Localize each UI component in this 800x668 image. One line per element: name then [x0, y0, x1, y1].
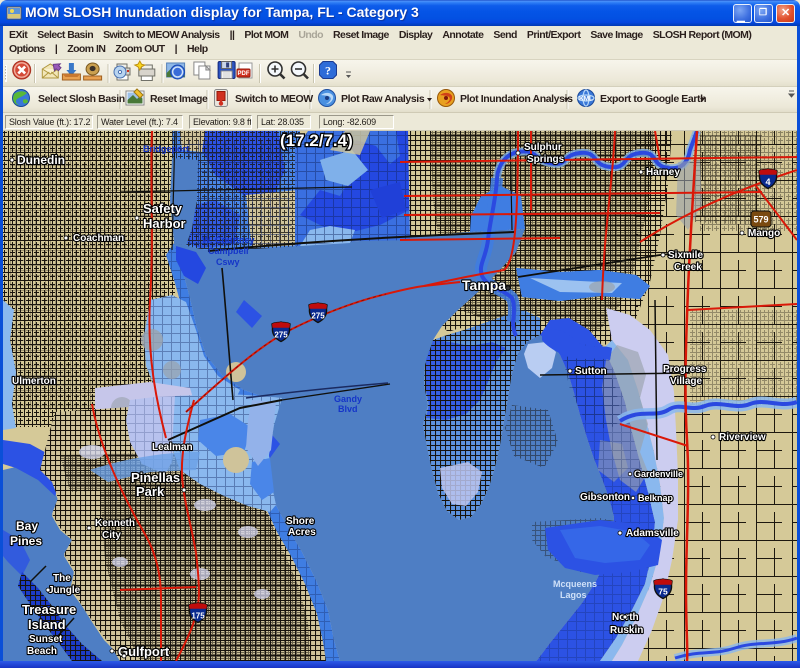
svg-text:Lealman: Lealman	[152, 442, 193, 453]
svg-text:Springs: Springs	[527, 154, 565, 165]
svg-text:Sulphur: Sulphur	[524, 142, 562, 153]
svg-text:Park: Park	[136, 484, 165, 499]
svg-text:579: 579	[753, 215, 768, 225]
svg-text:Sutton: Sutton	[575, 366, 607, 377]
svg-text:?: ?	[325, 64, 331, 78]
svg-text:Switch to MEOW: Switch to MEOW	[235, 93, 313, 105]
svg-text:Export to Google Earth: Export to Google Earth	[600, 93, 706, 105]
svg-text:Ruskin: Ruskin	[610, 625, 643, 636]
svg-text:275: 275	[311, 312, 325, 321]
svg-text:4: 4	[765, 177, 770, 187]
svg-text:Shore: Shore	[286, 516, 315, 527]
svg-text:Sunset: Sunset	[29, 634, 63, 645]
svg-text:Harney: Harney	[646, 167, 680, 178]
svg-text:Ulmerton: Ulmerton	[12, 376, 56, 387]
svg-text:Progress: Progress	[663, 364, 707, 375]
svg-text:75: 75	[658, 587, 668, 597]
svg-text:City: City	[102, 530, 121, 541]
svg-text:Beach: Beach	[27, 646, 57, 657]
svg-text:Dunedin: Dunedin	[17, 153, 65, 167]
svg-text:Blvd: Blvd	[338, 404, 358, 414]
svg-text:(17.2/7.4): (17.2/7.4)	[280, 131, 353, 150]
svg-text:KML: KML	[579, 96, 593, 103]
svg-text:Harbor: Harbor	[143, 216, 186, 231]
svg-text:Island: Island	[28, 617, 66, 632]
svg-text:Mango: Mango	[748, 228, 780, 239]
svg-text:W. Courtney: W. Courtney	[202, 235, 255, 245]
svg-text:Reset Image: Reset Image	[150, 93, 208, 105]
svg-text:PDF: PDF	[238, 71, 250, 77]
svg-text:Pinellas: Pinellas	[131, 470, 180, 485]
svg-text:Gandy: Gandy	[334, 394, 362, 404]
svg-text:Select Slosh Basin: Select Slosh Basin	[38, 93, 125, 105]
svg-text:175: 175	[191, 612, 205, 621]
svg-text:Sixmile: Sixmile	[668, 250, 703, 261]
svg-text:Coachman: Coachman	[73, 233, 124, 244]
svg-text:Pines: Pines	[10, 534, 42, 548]
svg-text:Bridgeport: Bridgeport	[143, 144, 189, 154]
svg-text:Bay: Bay	[16, 519, 38, 533]
svg-text:Acres: Acres	[288, 527, 316, 538]
svg-text:Plot Inundation Analysis: Plot Inundation Analysis	[460, 93, 573, 105]
svg-text:Kenneth: Kenneth	[95, 518, 135, 529]
svg-text:Belknap: Belknap	[638, 493, 674, 503]
svg-text:Adamsville: Adamsville	[626, 528, 679, 539]
svg-text:Gibsonton: Gibsonton	[580, 492, 630, 503]
svg-text:Gardenville: Gardenville	[634, 469, 683, 479]
svg-text:Jungle: Jungle	[48, 585, 81, 596]
svg-text:Tampa: Tampa	[462, 277, 506, 293]
svg-text:Plot Raw Analysis: Plot Raw Analysis	[341, 93, 425, 105]
svg-text:Village: Village	[670, 376, 702, 387]
svg-text:Cswy: Cswy	[216, 257, 240, 267]
svg-text:Riverview: Riverview	[719, 432, 766, 443]
svg-text:The: The	[53, 573, 71, 584]
svg-text:Lagos: Lagos	[560, 590, 587, 600]
svg-text:Creek: Creek	[674, 262, 702, 273]
svg-text:Campbell: Campbell	[208, 246, 249, 256]
svg-text:Treasure: Treasure	[22, 602, 76, 617]
svg-text:Mcqueens: Mcqueens	[553, 579, 597, 589]
svg-text:Safety: Safety	[143, 201, 183, 216]
